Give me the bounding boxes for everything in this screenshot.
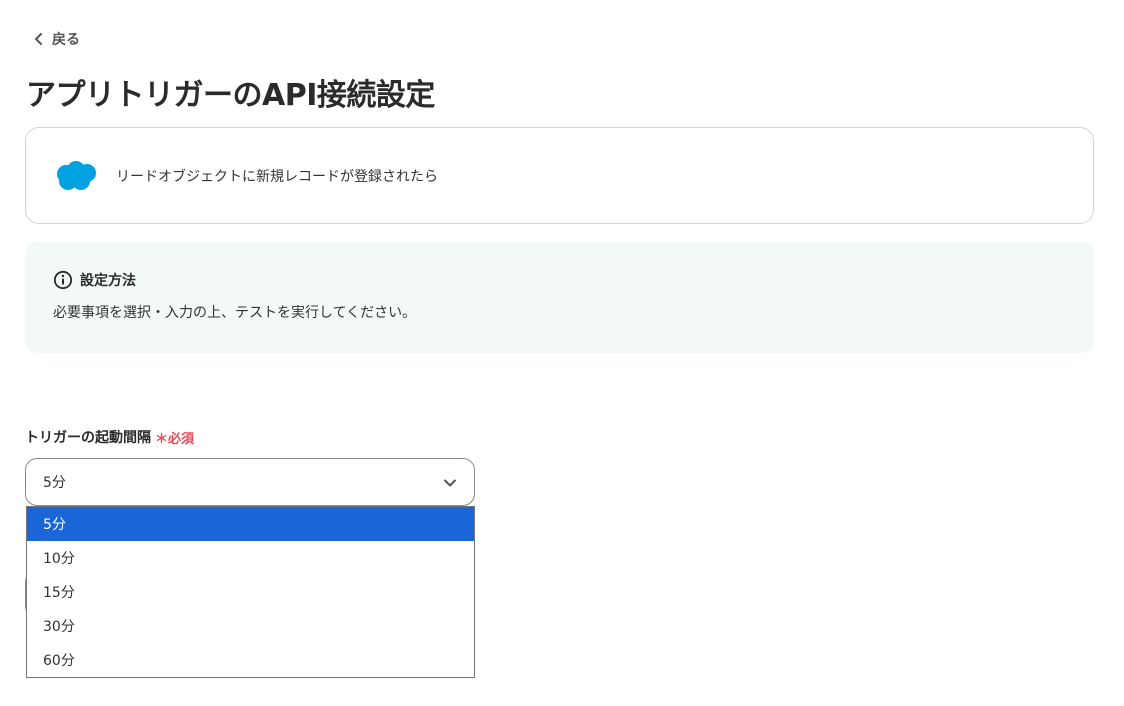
chevron-left-icon [35,33,42,45]
page: 戻る アプリトリガーのAPI接続設定 リードオブジェクトに新規レコードが登録され… [0,0,1124,706]
interval-dropdown: 5分 10分 15分 30分 60分 [26,506,475,678]
required-badge: ＊必須 [155,431,195,447]
info-body: 必要事項を選択・入力の上、テストを実行してください。 [53,305,417,321]
interval-select[interactable]: 5分 [25,458,475,506]
interval-field-label: トリガーの起動間隔 ＊必須 [25,427,194,447]
back-link[interactable]: 戻る [32,29,80,49]
info-heading-text: 設定方法 [80,273,136,289]
dropdown-option[interactable]: 15分 [27,575,474,609]
page-title: アプリトリガーのAPI接続設定 [26,78,435,113]
interval-select-value: 5分 [43,475,66,491]
info-icon [53,270,73,290]
interval-label-text: トリガーの起動間隔 [25,430,151,446]
trigger-name: リードオブジェクトに新規レコードが登録されたら [116,168,438,185]
dropdown-option[interactable]: 5分 [27,507,474,541]
dropdown-option[interactable]: 10分 [27,541,474,575]
chevron-down-icon [444,479,456,487]
app-trigger-card: リードオブジェクトに新規レコードが登録されたら [25,127,1094,224]
dropdown-option[interactable]: 60分 [27,643,474,677]
back-label: 戻る [52,32,80,48]
info-box: 設定方法 必要事項を選択・入力の上、テストを実行してください。 [25,242,1094,353]
dropdown-option[interactable]: 30分 [27,609,474,643]
info-heading: 設定方法 [53,270,1094,290]
salesforce-cloud-icon [57,160,96,190]
